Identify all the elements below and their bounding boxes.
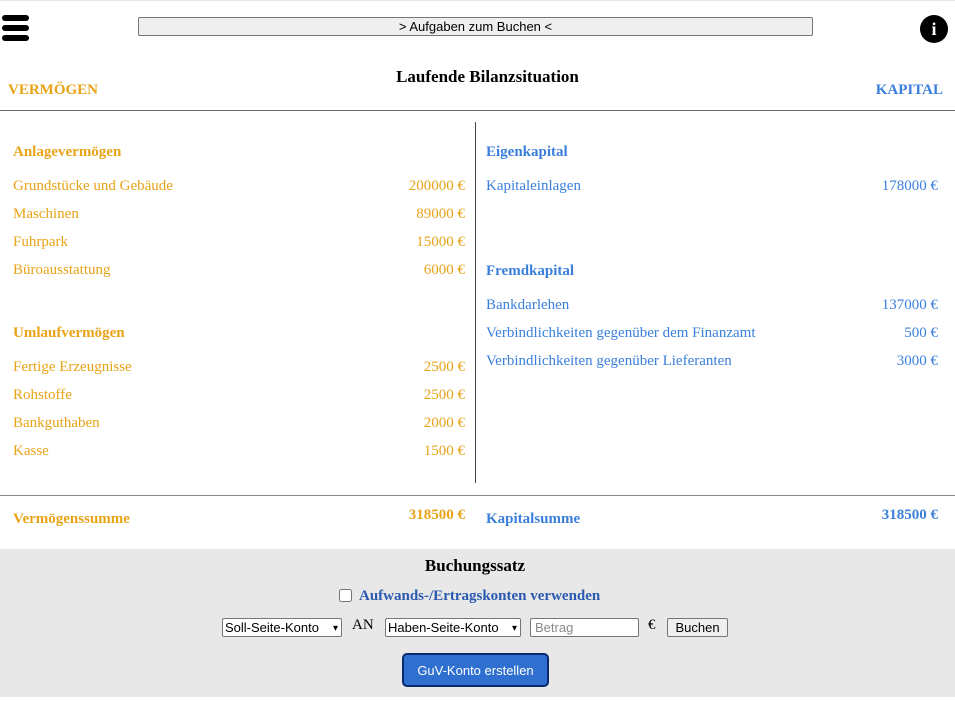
account-label: Rohstoffe [13,387,72,403]
book-button[interactable]: Buchen [667,618,728,637]
balance-column-divider [475,122,476,483]
account-value: 178000 € [881,178,938,194]
account-value: 200000 € [408,178,465,194]
menu-bar [2,15,29,21]
list-item: Grundstücke und Gebäude 200000 € [13,177,465,195]
top-border [0,0,955,1]
account-label: Grundstücke und Gebäude [13,178,173,194]
account-value: 15000 € [416,234,465,250]
account-label: Fertige Erzeugnisse [13,359,132,375]
debit-account-select[interactable]: Soll-Seite-Konto ▾ [222,618,342,637]
chevron-down-icon: ▾ [511,623,517,634]
sum-divider [0,495,955,496]
account-value: 3000 € [896,353,938,369]
list-item: Kasse 1500 € [13,442,465,460]
account-value: 89000 € [416,206,465,222]
list-item: Rohstoffe 2500 € [13,386,465,404]
current-assets-title: Umlaufvermögen [13,325,125,341]
income-expense-accounts-label[interactable]: Aufwands-/Ertragskonten verwenden [359,588,600,605]
list-item: Bankdarlehen 137000 € [486,296,938,314]
capital-heading: KAPITAL [875,82,943,98]
credit-account-select[interactable]: Haben-Seite-Konto ▾ [385,618,521,637]
list-item: Verbindlichkeiten gegenüber Lieferanten … [486,352,938,370]
account-value: 500 € [904,325,938,341]
booking-panel: Buchungssatz Aufwands-/Ertragskonten ver… [0,549,955,697]
assets-sum-label: Vermögenssumme [13,511,130,527]
account-label: Fuhrpark [13,234,68,250]
account-value: 2500 € [423,359,465,375]
an-label: AN [352,617,374,633]
info-icon[interactable]: i [920,15,948,43]
hamburger-menu-icon[interactable] [2,15,29,42]
account-label: Büroausstattung [13,262,111,278]
list-item: Kapitaleinlagen 178000 € [486,177,938,195]
list-item: Bankguthaben 2000 € [13,414,465,432]
fixed-assets-title: Anlagevermögen [13,144,122,160]
menu-bar [2,35,29,41]
credit-account-select-value: Haben-Seite-Konto [388,620,499,635]
list-item: Verbindlichkeiten gegenüber dem Finanzam… [486,324,938,342]
account-label: Kasse [13,443,49,459]
tasks-to-book-button[interactable]: > Aufgaben zum Buchen < [138,17,813,36]
account-label: Verbindlichkeiten gegenüber dem Finanzam… [486,325,756,341]
equity-title: Eigenkapital [486,144,568,160]
list-item: Fuhrpark 15000 € [13,233,465,251]
debt-title: Fremdkapital [486,263,575,279]
list-item: Maschinen 89000 € [13,205,465,223]
currency-label: € [648,617,656,633]
list-item: Büroausstattung 6000 € [13,261,465,279]
header-divider [0,110,955,111]
booking-title: Buchungssatz [424,556,526,575]
debit-account-select-value: Soll-Seite-Konto [225,620,319,635]
account-value: 2000 € [423,415,465,431]
create-guv-account-button[interactable]: GuV-Konto erstellen [402,653,549,687]
account-value: 1500 € [423,443,465,459]
account-label: Kapitaleinlagen [486,178,581,194]
account-value: 6000 € [423,262,465,278]
capital-sum-label: Kapitalsumme [486,511,581,527]
account-label: Verbindlichkeiten gegenüber Lieferanten [486,353,732,369]
chevron-down-icon: ▾ [332,623,338,634]
assets-heading: VERMÖGEN [8,82,98,98]
account-label: Bankguthaben [13,415,100,431]
account-value: 137000 € [881,297,938,313]
income-expense-accounts-checkbox[interactable] [339,589,352,602]
amount-input[interactable] [530,618,639,637]
list-item: Fertige Erzeugnisse 2500 € [13,358,465,376]
account-label: Maschinen [13,206,79,222]
page-title: Laufende Bilanzsituation [396,67,579,86]
capital-sum-value: 318500 € [881,507,938,523]
menu-bar [2,25,29,31]
account-label: Bankdarlehen [486,297,570,313]
account-value: 2500 € [423,387,465,403]
assets-sum-value: 318500 € [408,507,465,523]
